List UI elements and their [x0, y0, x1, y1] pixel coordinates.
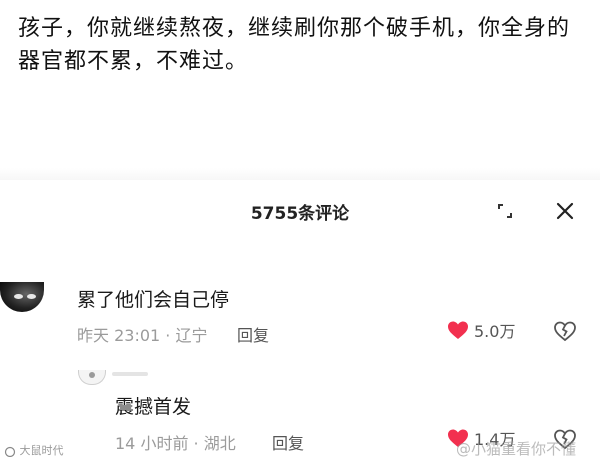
dislike-button[interactable] — [552, 318, 578, 344]
comment-meta: 昨天 23:01 · 辽宁 — [77, 326, 208, 345]
expand-button[interactable] — [490, 196, 520, 226]
comments-header: 5755条评论 — [0, 186, 600, 236]
nickname-placeholder — [112, 372, 148, 376]
watermark-right: @小猫重看你不懂 — [456, 440, 577, 458]
watermark-left: 大鼠时代 — [4, 442, 64, 458]
expand-icon — [498, 204, 512, 218]
watermark-left-text: 大鼠时代 — [19, 444, 64, 457]
like-button[interactable]: 5.0万 — [446, 318, 515, 344]
heart-icon — [448, 321, 468, 339]
reply-button[interactable]: 回复 — [237, 322, 269, 346]
avatar[interactable] — [78, 370, 106, 385]
avatar-eye-left — [14, 294, 23, 299]
reply-button[interactable]: 回复 — [272, 430, 304, 454]
broken-heart-icon — [554, 321, 576, 342]
like-count: 5.0万 — [474, 322, 516, 341]
comment-item: 累了他们会自己停 昨天 23:01 · 辽宁 回复 5.0万 — [0, 272, 600, 352]
comment-meta: 14 小时前 · 湖北 — [115, 434, 236, 453]
avatar-eye-right — [27, 294, 36, 299]
avatar-dot — [89, 372, 95, 378]
close-button[interactable] — [550, 196, 580, 226]
close-icon — [556, 202, 574, 220]
comment-text: 累了他们会自己停 — [77, 289, 230, 311]
panel-divider — [0, 168, 600, 180]
weibo-logo-icon — [4, 446, 16, 457]
comment-text: 震撼首发 — [115, 396, 192, 418]
avatar[interactable] — [0, 282, 44, 312]
post-text: 孩子，你就继续熬夜，继续刷你那个破手机，你全身的器官都不累，不难过。 — [18, 16, 571, 74]
